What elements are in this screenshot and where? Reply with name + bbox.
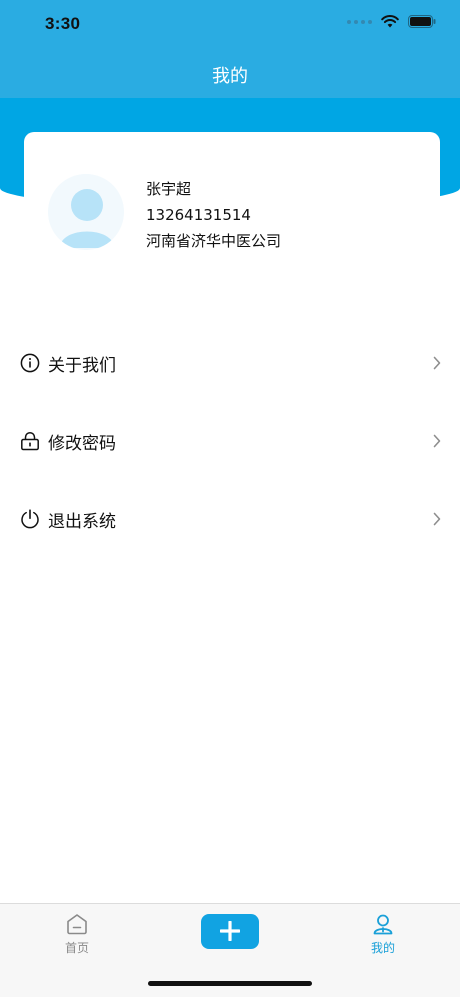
tab-home-label: 首页 [64, 941, 89, 955]
menu-item-logout[interactable]: 退出系统 [0, 480, 460, 558]
tab-mine-label: 我的 [370, 941, 395, 955]
battery-icon [408, 15, 436, 28]
add-button[interactable] [201, 914, 259, 949]
user-avatar-icon [48, 174, 124, 250]
status-bar: 3:30 [0, 0, 460, 50]
home-indicator [148, 981, 312, 986]
menu-item-label: 关于我们 [48, 356, 116, 376]
user-phone: 13264131514 [146, 206, 251, 224]
profile-info: 张宇超 13264131514 河南省济华中医公司 [146, 176, 281, 254]
header-bar: 3:30 我的 [0, 0, 460, 98]
page-title: 我的 [212, 66, 248, 87]
power-icon [21, 509, 39, 529]
user-icon [373, 914, 393, 935]
menu-item-about-us[interactable]: 关于我们 [0, 324, 460, 402]
home-icon [67, 914, 87, 935]
chevron-right-icon [433, 356, 441, 370]
user-name: 张宇超 [146, 180, 192, 198]
menu-item-label: 退出系统 [48, 512, 116, 532]
chevron-right-icon [433, 512, 441, 526]
avatar [48, 174, 124, 250]
info-icon [20, 353, 40, 373]
cellular-signal-icon [347, 19, 372, 24]
plus-icon [220, 921, 240, 941]
menu-item-label: 修改密码 [48, 434, 116, 454]
wifi-icon [381, 15, 399, 28]
tab-home[interactable]: 首页 [37, 912, 117, 956]
status-time: 3:30 [45, 14, 81, 33]
lock-icon [21, 431, 39, 451]
status-icons [347, 15, 436, 28]
user-company: 河南省济华中医公司 [146, 232, 282, 250]
chevron-right-icon [433, 434, 441, 448]
menu-item-change-password[interactable]: 修改密码 [0, 402, 460, 480]
settings-menu: 关于我们 修改密码 退出系统 [0, 324, 460, 558]
profile-card: 张宇超 13264131514 河南省济华中医公司 [24, 132, 440, 287]
tab-mine[interactable]: 我的 [343, 912, 423, 956]
